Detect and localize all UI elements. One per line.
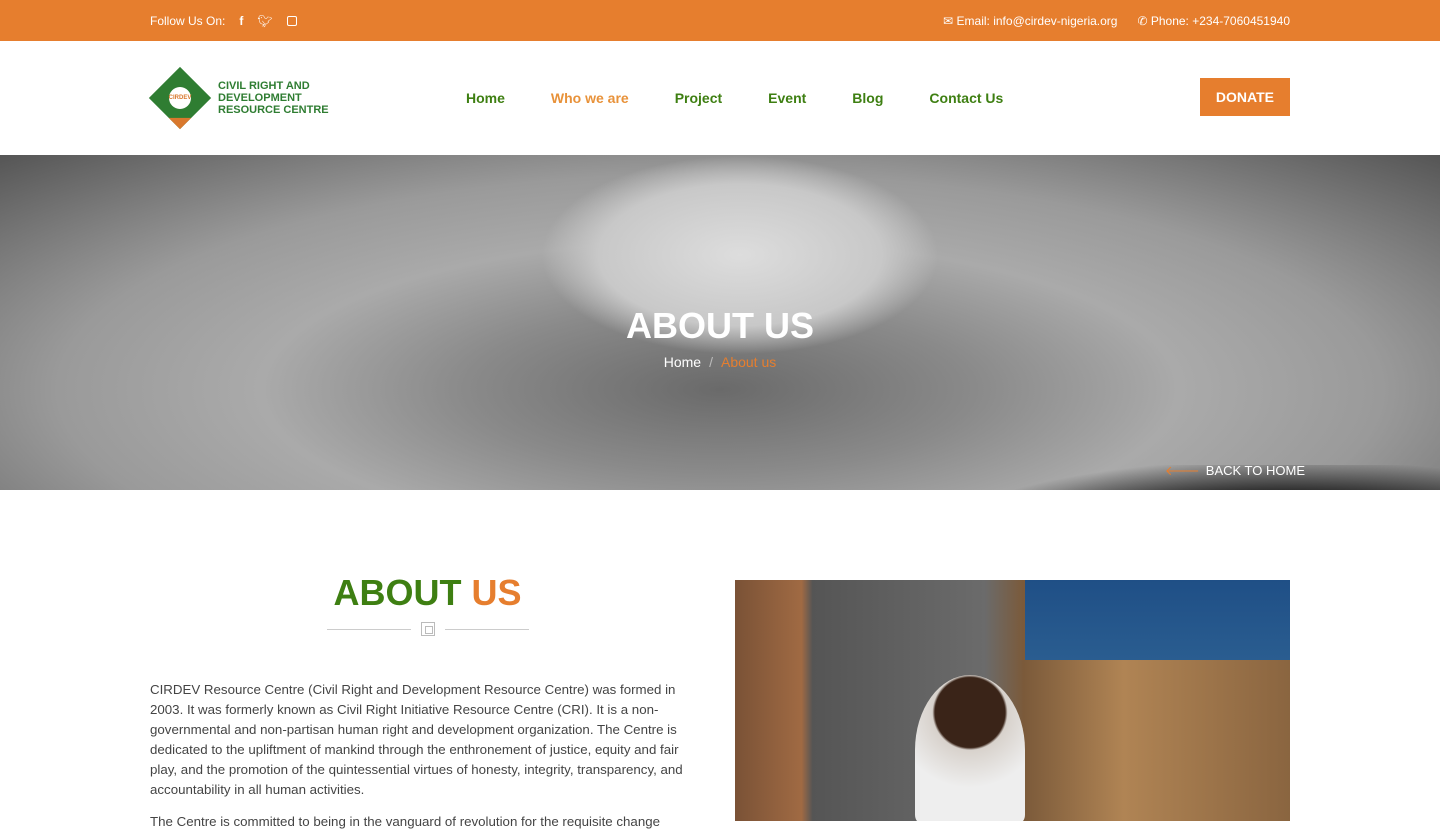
about-photo bbox=[735, 580, 1290, 821]
about-paragraph: The Centre is committed to being in the … bbox=[150, 814, 661, 829]
facebook-icon[interactable]: f bbox=[239, 14, 243, 28]
nav-event[interactable]: Event bbox=[768, 90, 806, 106]
header: CIRDEV CIVIL RIGHT AND DEVELOPMENT RESOU… bbox=[0, 41, 1440, 155]
logo-text-line: RESOURCE CENTRE bbox=[218, 104, 329, 116]
phone-icon: ✆ bbox=[1137, 13, 1151, 28]
arrow-left-icon: 🡐 bbox=[1164, 463, 1200, 478]
back-label: BACK TO HOME bbox=[1205, 463, 1305, 478]
breadcrumb: Home / About us bbox=[0, 354, 1440, 370]
twitter-icon[interactable]: 🐦︎ bbox=[257, 14, 272, 28]
nav-blog[interactable]: Blog bbox=[852, 90, 883, 106]
page-title: ABOUT US bbox=[626, 305, 814, 346]
logo-emblem: CIRDEV bbox=[148, 66, 212, 130]
logo-text-line: DEVELOPMENT bbox=[218, 92, 302, 104]
top-bar: Follow Us On: f 🐦︎ ✉ Email: info@cirdev-… bbox=[0, 0, 1440, 41]
nav-contact-us[interactable]: Contact Us bbox=[929, 90, 1003, 106]
square-icon bbox=[420, 622, 435, 636]
section-title: ABOUT US bbox=[150, 572, 705, 614]
instagram-icon[interactable] bbox=[286, 15, 297, 26]
nav-home[interactable]: Home bbox=[466, 90, 505, 106]
about-paragraph: CIRDEV Resource Centre (Civil Right and … bbox=[150, 682, 683, 797]
logo-text-line: CIVIL RIGHT AND bbox=[218, 80, 310, 92]
title-part: US bbox=[471, 572, 522, 613]
about-section: ABOUT US CIRDEV Resource Centre (Civil R… bbox=[150, 572, 705, 832]
nav-project[interactable]: Project bbox=[675, 90, 722, 106]
hero-banner: ABOUT US Home / About us 🡐 BACK TO HOME bbox=[0, 155, 1440, 490]
breadcrumb-separator: / bbox=[709, 354, 713, 370]
title-part: ABOUT bbox=[333, 572, 462, 613]
follow-label: Follow Us On: bbox=[150, 13, 226, 28]
breadcrumb-home[interactable]: Home bbox=[664, 354, 701, 370]
nav-who-we-are[interactable]: Who we are bbox=[551, 90, 629, 106]
email-text: Email: info@cirdev-nigeria.org bbox=[956, 13, 1118, 28]
divider bbox=[150, 622, 705, 636]
breadcrumb-current: About us bbox=[720, 354, 777, 370]
main-nav: Home Who we are Project Event Blog Conta… bbox=[466, 41, 1003, 155]
logo[interactable]: CIRDEV CIVIL RIGHT AND DEVELOPMENT RESOU… bbox=[148, 66, 329, 130]
phone-contact: ✆ Phone: +234-7060451940 bbox=[1137, 14, 1290, 28]
envelope-icon: ✉ bbox=[943, 13, 957, 28]
back-to-home-link[interactable]: 🡐 BACK TO HOME bbox=[1165, 463, 1305, 479]
phone-text: Phone: +234-7060451940 bbox=[1150, 13, 1290, 28]
donate-button[interactable]: DONATE bbox=[1199, 78, 1290, 116]
email-contact[interactable]: ✉ Email: info@cirdev-nigeria.org bbox=[943, 14, 1117, 28]
